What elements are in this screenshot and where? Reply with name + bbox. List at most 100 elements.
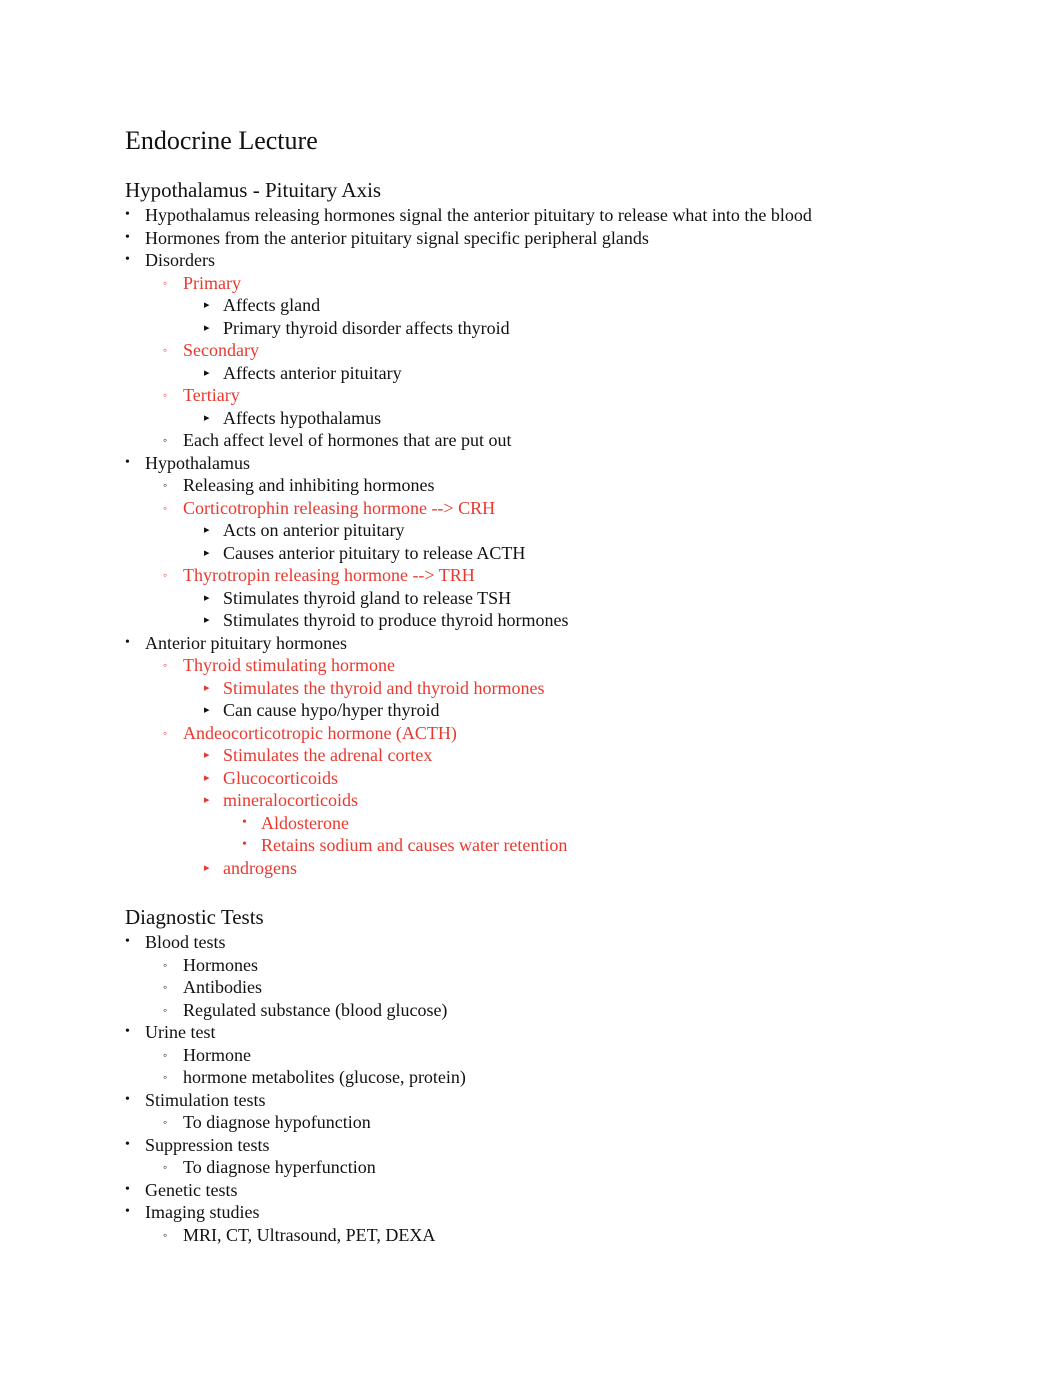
list-item-text: Can cause hypo/hyper thyroid — [223, 700, 440, 720]
list-item-text: Causes anterior pituitary to release ACT… — [223, 542, 526, 563]
list-item: • Disorders — [125, 249, 985, 272]
bullet-icon: ▸ — [204, 524, 210, 536]
list-item: ▸ Primary thyroid disorder affects thyroi… — [125, 317, 985, 340]
bullet-list: • Blood tests ◦ Hormones ◦ Antibodies ◦ Regulat… — [125, 931, 985, 1246]
bullet-icon: ▸ — [204, 794, 210, 806]
list-item-text: Secondary — [183, 340, 259, 360]
bullet-icon: ▸ — [204, 861, 210, 874]
list-item: ◦ hormone metabolites (glucose, protein) — [125, 1066, 985, 1089]
bullet-icon: • — [125, 1136, 130, 1152]
list-item: • Anterior pituitary hormones — [125, 632, 985, 655]
bullet-icon: ▸ — [204, 749, 210, 761]
list-item: ◦ Andeocorticotropic hormone (ACTH) — [125, 722, 985, 745]
list-item-text: MRI, CT, Ultrasound, PET, DEXA — [183, 1224, 436, 1245]
bullet-icon: • — [125, 454, 130, 470]
list-item-text: Stimulates thyroid gland to release TSH — [223, 587, 512, 608]
list-item-text: hormone metabolites (glucose, protein) — [183, 1067, 466, 1087]
list-item: ◦ Tertiary — [125, 384, 985, 407]
list-item: ▸ androgens — [125, 857, 985, 880]
list-item: ◦ Corticotrophin releasing hormone --> CR… — [125, 497, 985, 520]
section-heading-diagnostic-tests: Diagnostic Tests — [125, 905, 264, 929]
list-item: ▸ Affects anterior pituitary — [125, 362, 985, 385]
list-item: ◦ Primary — [125, 272, 985, 295]
list-item-text: Blood tests — [145, 932, 226, 952]
list-item-text: Releasing and inhibiting hormones — [183, 475, 435, 495]
list-item-text: Anterior pituitary hormones — [145, 632, 347, 653]
list-item: • Genetic tests — [125, 1179, 985, 1202]
document-page: Endocrine Lecture Hypothalamus - Pituita… — [125, 124, 985, 1246]
bullet-icon: • — [125, 1181, 130, 1197]
list-item: ◦ Hormone — [125, 1044, 985, 1067]
bullet-icon: ◦ — [163, 658, 168, 672]
list-item: ▸ Can cause hypo/hyper thyroid — [125, 699, 985, 722]
list-item-text: Hormone — [183, 1044, 251, 1065]
bullet-icon: ▸ — [204, 614, 210, 626]
list-item-text: Suppression tests — [145, 1134, 270, 1155]
list-item: ▸ Stimulates the adrenal cortex — [125, 744, 985, 767]
list-item: • Hormones from the anterior pituitary si… — [125, 227, 985, 250]
bullet-icon: ◦ — [163, 568, 168, 582]
list-item-text: Retains sodium and causes water retentio… — [261, 835, 568, 855]
list-item-text: Acts on anterior pituitary — [223, 520, 405, 540]
list-item: • Hypothalamus releasing hormones signal … — [125, 204, 985, 227]
bullet-icon: • — [125, 1024, 130, 1039]
list-item: ▸ Stimulates thyroid to produce thyroid h… — [125, 609, 985, 632]
list-item-text: Genetic tests — [145, 1179, 238, 1200]
list-item-text: Stimulation tests — [145, 1089, 266, 1110]
list-item: ▸ Stimulates the thyroid and thyroid horm… — [125, 677, 985, 700]
list-item: ◦ To diagnose hypofunction — [125, 1111, 985, 1134]
list-item-text: Hormones from the anterior pituitary sig… — [145, 227, 649, 248]
list-item-text: Each affect level of hormones that are p… — [183, 430, 512, 450]
bullet-list: • Hypothalamus releasing hormones signal … — [125, 204, 985, 879]
list-item-text: Urine test — [145, 1022, 216, 1042]
list-item-text: androgens — [223, 857, 297, 878]
list-item: ◦ Secondary — [125, 339, 985, 362]
list-item-text: Affects hypothalamus — [223, 407, 382, 428]
list-item: ◦ Each affect level of hormones that are … — [125, 429, 985, 452]
list-item: ◦ Thyroid stimulating hormone — [125, 654, 985, 677]
list-item: ◦ Regulated substance (blood glucose) — [125, 999, 985, 1022]
bullet-icon: ◦ — [163, 1002, 168, 1017]
bullet-icon: ◦ — [163, 343, 168, 357]
bullet-icon: ▸ — [204, 299, 210, 311]
list-item: ▸ Causes anterior pituitary to release AC… — [125, 542, 985, 565]
bullet-icon: • — [125, 207, 130, 222]
list-item: ▸ mineralocorticoids — [125, 789, 985, 812]
list-item-text: Primary — [183, 272, 241, 293]
list-item: • Retains sodium and causes water retenti… — [125, 834, 985, 857]
list-item-text: Stimulates the thyroid and thyroid hormo… — [223, 677, 545, 698]
list-item-text: Primary thyroid disorder affects thyroid — [223, 317, 510, 338]
list-item-text: Antibodies — [183, 977, 262, 997]
list-item-text: Hypothalamus releasing hormones signal t… — [145, 205, 812, 225]
list-item-text: To diagnose hyperfunction — [183, 1157, 376, 1177]
bullet-icon: ◦ — [163, 275, 168, 290]
list-item-text: Affects gland — [223, 295, 321, 315]
bullet-icon: ▸ — [204, 546, 210, 559]
list-item-text: Tertiary — [183, 385, 240, 405]
bullet-icon: • — [125, 1091, 130, 1107]
bullet-icon: ◦ — [163, 980, 168, 994]
list-item-text: Aldosterone — [261, 812, 349, 833]
list-item: ◦ MRI, CT, Ultrasound, PET, DEXA — [125, 1224, 985, 1247]
list-item-text: Andeocorticotropic hormone (ACTH) — [183, 722, 457, 743]
bullet-icon: • — [242, 837, 247, 852]
bullet-icon: • — [242, 814, 247, 830]
list-item: ◦ Hormones — [125, 954, 985, 977]
bullet-icon: ◦ — [163, 478, 168, 492]
bullet-icon: ▸ — [204, 704, 210, 716]
list-item: ◦ Releasing and inhibiting hormones — [125, 474, 985, 497]
list-item: ▸ Stimulates thyroid gland to release TSH — [125, 587, 985, 610]
list-item-text: To diagnose hypofunction — [183, 1112, 371, 1132]
list-item-text: Glucocorticoids — [223, 767, 338, 788]
list-item: ◦ Thyrotropin releasing hormone --> TRH — [125, 564, 985, 587]
bullet-icon: • — [125, 634, 130, 650]
list-item-text: Disorders — [145, 250, 215, 270]
list-item-text: Stimulates the adrenal cortex — [223, 745, 433, 765]
list-item: ▸ Glucocorticoids — [125, 767, 985, 790]
list-item: • Suppression tests — [125, 1134, 985, 1157]
list-item: • Hypothalamus — [125, 452, 985, 475]
list-item-text: Hormones — [183, 954, 258, 975]
list-item: • Stimulation tests — [125, 1089, 985, 1112]
bullet-icon: ◦ — [163, 388, 168, 402]
list-item: • Imaging studies — [125, 1201, 985, 1224]
